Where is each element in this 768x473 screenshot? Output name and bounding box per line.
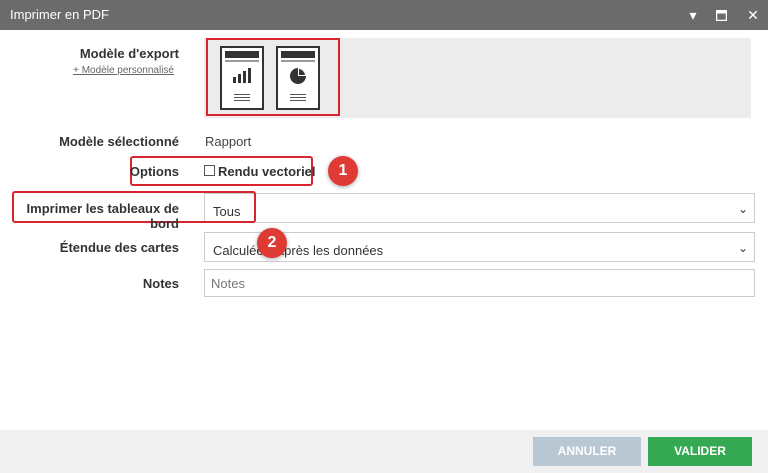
window-title: Imprimer en PDF [10,7,109,22]
notes-input[interactable] [204,269,755,297]
collapse-icon[interactable]: ▾ [684,6,702,24]
annotation-badge-1: 1 [328,156,358,186]
bar-chart-report-template[interactable] [220,46,264,110]
validate-button[interactable]: VALIDER [648,437,752,466]
map-extent-label: Étendue des cartes [59,240,179,255]
options-label: Options [129,164,179,179]
export-model-label: Modèle d'export [79,46,179,61]
bar-chart-icon [233,68,251,83]
print-dashboards-label: Imprimer les tableaux de bord [26,201,179,231]
title-bar: Imprimer en PDF ▾ ✕ [0,0,768,30]
vector-render-checkbox[interactable] [204,165,215,176]
custom-model-link[interactable]: + Modèle personnalisé [20,65,174,76]
pie-chart-icon [290,68,306,84]
selected-model-value: Rapport [205,134,252,149]
selected-model-label: Modèle sélectionné [59,134,179,149]
pie-chart-report-template[interactable] [276,46,320,110]
notes-label: Notes [142,276,179,291]
vector-render-label[interactable]: Rendu vectoriel [218,164,316,179]
chevron-down-icon: ⌄ [737,202,748,216]
map-extent-select[interactable]: Calculée d'après les données ⌄ [204,232,755,262]
model-selection-highlight [206,38,340,116]
map-extent-value: Calculée d'après les données [213,243,384,258]
close-icon[interactable]: ✕ [744,6,762,24]
print-dashboards-select[interactable]: Tous ⌄ [204,193,755,223]
cancel-button[interactable]: ANNULER [533,437,641,466]
chevron-down-icon: ⌄ [737,241,748,255]
maximize-icon[interactable] [712,6,730,24]
annotation-badge-2: 2 [257,228,287,258]
